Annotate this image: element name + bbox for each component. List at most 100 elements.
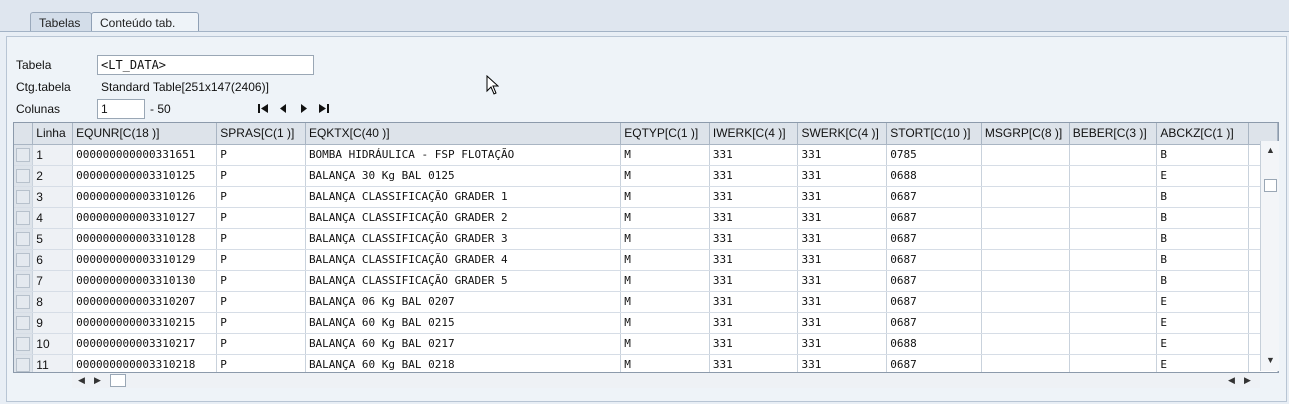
table-cell[interactable]: 331 [797,207,888,229]
table-cell[interactable]: 331 [709,144,799,166]
table-cell[interactable]: M [620,270,710,292]
row-number[interactable]: 5 [32,228,74,250]
table-cell[interactable] [981,186,1070,208]
table-row[interactable]: 5 000000000003310128 P BALANÇA CLASSIFICAÇÃ… [14,228,1278,250]
table-cell[interactable]: 0688 [886,165,982,187]
row-selector[interactable] [14,186,34,208]
row-number[interactable]: 3 [32,186,74,208]
table-row[interactable]: 11 000000000003310218 P BALANÇA 60 Kg BAL 0… [14,354,1278,372]
table-cell[interactable]: BALANÇA 60 Kg BAL 0218 [305,354,622,372]
row-selector[interactable] [14,228,34,250]
table-row[interactable]: 3 000000000003310126 P BALANÇA CLASSIFICAÇÃ… [14,186,1278,208]
table-cell[interactable] [1069,312,1158,334]
table-cell[interactable]: P [216,354,306,372]
table-row[interactable]: 6 000000000003310129 P BALANÇA CLASSIFICAÇÃ… [14,249,1278,271]
table-cell[interactable]: 331 [797,333,888,355]
row-number[interactable]: 8 [32,291,74,313]
table-cell[interactable]: M [620,144,710,166]
table-cell[interactable]: 331 [709,333,799,355]
table-cell[interactable]: BALANÇA 06 Kg BAL 0207 [305,291,622,313]
table-cell[interactable]: M [620,228,710,250]
table-cell[interactable]: B [1156,186,1249,208]
table-cell[interactable]: P [216,165,306,187]
row-selector-box[interactable] [16,315,31,330]
table-cell[interactable]: 331 [709,270,799,292]
table-cell[interactable]: BALANÇA 60 Kg BAL 0215 [305,312,622,334]
table-row[interactable]: 9 000000000003310215 P BALANÇA 60 Kg BAL 02… [14,312,1278,334]
table-cell[interactable]: 0688 [886,333,982,355]
table-cell[interactable]: 331 [709,291,799,313]
row-selector-box[interactable] [16,189,31,204]
table-cell[interactable]: B [1156,207,1249,229]
table-cell[interactable]: BALANÇA CLASSIFICAÇÃO GRADER 2 [305,207,622,229]
table-cell[interactable]: P [216,312,306,334]
row-selector-box[interactable] [16,336,31,351]
row-selector[interactable] [14,144,34,166]
table-cell[interactable]: M [620,207,710,229]
table-cell[interactable]: 331 [797,312,888,334]
column-header[interactable]: BEBER[C(3 )] [1069,123,1158,145]
row-selector[interactable] [14,249,34,271]
table-cell[interactable]: 000000000003310125 [72,165,218,187]
table-cell[interactable]: BALANÇA 60 Kg BAL 0217 [305,333,622,355]
vertical-scrollbar[interactable]: ▲ ▼ [1260,141,1279,371]
table-cell[interactable]: M [620,291,710,313]
column-header[interactable]: EQUNR[C(18 )] [72,123,218,145]
table-cell[interactable]: 331 [797,249,888,271]
table-cell[interactable] [981,249,1070,271]
table-cell[interactable]: M [620,354,710,372]
table-cell[interactable]: 331 [709,207,799,229]
last-icon[interactable] [317,101,331,116]
table-cell[interactable]: 0785 [886,144,982,166]
table-cell[interactable]: 0687 [886,186,982,208]
tab-tabelas[interactable]: Tabelas [30,12,92,32]
table-cell[interactable] [1069,207,1158,229]
table-cell[interactable]: BALANÇA CLASSIFICAÇÃO GRADER 5 [305,270,622,292]
horizontal-scroll-thumb[interactable] [110,374,126,387]
table-cell[interactable]: 0687 [886,207,982,229]
table-cell[interactable]: 331 [797,291,888,313]
table-cell[interactable]: B [1156,228,1249,250]
table-cell[interactable]: 331 [709,165,799,187]
table-cell[interactable]: P [216,186,306,208]
row-selector-box[interactable] [16,357,31,372]
table-row[interactable]: 8 000000000003310207 P BALANÇA 06 Kg BAL 02… [14,291,1278,313]
row-selector[interactable] [14,207,34,229]
row-selector-box[interactable] [16,273,31,288]
table-cell[interactable]: 0687 [886,270,982,292]
table-cell[interactable]: BOMBA HIDRÁULICA - FSP FLOTAÇÃO [305,144,622,166]
table-cell[interactable] [981,312,1070,334]
table-cell[interactable]: M [620,249,710,271]
row-selector[interactable] [14,333,34,355]
next-icon[interactable] [297,101,311,116]
table-cell[interactable] [1069,228,1158,250]
table-row[interactable]: 4 000000000003310127 P BALANÇA CLASSIFICAÇÃ… [14,207,1278,229]
table-cell[interactable]: BALANÇA CLASSIFICAÇÃO GRADER 4 [305,249,622,271]
table-cell[interactable] [1069,165,1158,187]
table-cell[interactable] [1069,144,1158,166]
scroll-down-icon[interactable]: ▼ [1266,355,1275,365]
row-selector-box[interactable] [16,168,31,183]
table-cell[interactable] [981,207,1070,229]
scroll-right-icon[interactable]: ▶ [94,375,101,386]
row-number[interactable]: 7 [32,270,74,292]
table-cell[interactable]: 000000000003310217 [72,333,218,355]
column-header[interactable]: IWERK[C(4 )] [709,123,799,145]
table-cell[interactable]: E [1156,291,1249,313]
table-cell[interactable]: 331 [709,249,799,271]
column-header[interactable]: SWERK[C(4 )] [797,123,888,145]
table-cell[interactable]: 000000000003310128 [72,228,218,250]
column-header[interactable]: MSGRP[C(8 )] [981,123,1070,145]
column-header[interactable]: SPRAS[C(1 )] [216,123,306,145]
table-cell[interactable] [1069,333,1158,355]
table-cell[interactable]: P [216,249,306,271]
scroll-left-icon[interactable]: ◀ [78,375,85,386]
row-selector-box[interactable] [16,252,31,267]
table-cell[interactable]: M [620,333,710,355]
row-selector-box[interactable] [16,231,31,246]
table-cell[interactable]: 331 [797,186,888,208]
horizontal-scrollbar[interactable]: ◀ ▶ ◀ ▶ [72,373,1260,388]
table-cell[interactable]: P [216,270,306,292]
row-selector-box[interactable] [16,210,31,225]
table-cell[interactable]: 331 [797,354,888,372]
